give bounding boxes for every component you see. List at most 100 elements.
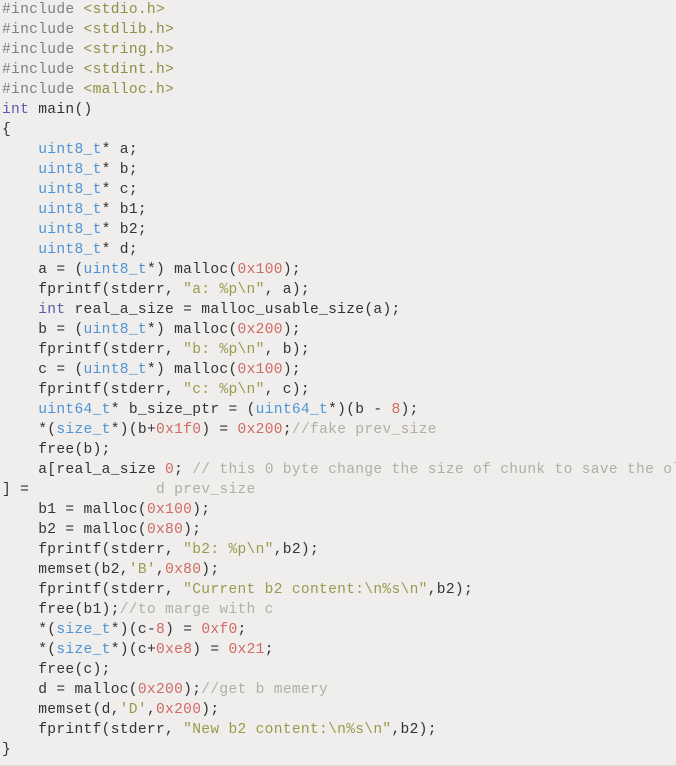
code-line[interactable]: int main() [0,100,676,120]
code-token-header: <stdio.h> [83,2,166,18]
code-token-plain: , b); [264,342,310,358]
code-token-plain: a[real_a_size [2,462,166,478]
code-token-type: uint8_t [38,242,102,258]
code-token-num: 0x1f0 [156,422,202,438]
code-token-plain: ,b2); [391,722,437,738]
code-line[interactable]: #include <stdlib.h> [0,20,676,40]
code-line[interactable]: uint8_t* c; [0,180,676,200]
code-line[interactable]: a[real_a_size 0; // this 0 byte change t… [0,460,676,480]
code-token-plain: * d; [101,242,138,258]
code-token-plain: { [2,122,12,138]
code-token-num: 0x200 [137,682,184,698]
code-token-plain: * a; [101,142,138,158]
code-token-comment: // this 0 byte change the size of chunk … [192,462,676,478]
code-token-plain: *) malloc( [146,262,238,278]
code-token-plain: a = ( [2,262,84,278]
code-line[interactable]: fprintf(stderr, "b: %p\n", b); [0,340,676,360]
code-token-plain: ; [237,622,247,638]
code-line[interactable]: d = malloc(0x200);//get b memery [0,680,676,700]
code-line[interactable]: *(size_t*)(c-8) = 0xf0; [0,620,676,640]
code-token-pre: #include [2,2,84,18]
code-token-plain: ); [282,262,301,278]
code-token-plain: ,b2); [427,582,474,598]
code-token-plain: ); [192,502,211,518]
code-line[interactable]: uint8_t* b1; [0,200,676,220]
code-line[interactable]: fprintf(stderr, "New b2 content:\n%s\n",… [0,720,676,740]
code-line[interactable]: free(c); [0,660,676,680]
code-token-plain: } [2,742,12,758]
code-token-str: "c: %p\n" [183,382,265,398]
code-token-type: uint8_t [38,162,102,178]
code-token-keyword: int [2,102,30,118]
code-token-type: size_t [56,622,111,638]
code-token-plain: d = malloc( [2,682,138,698]
code-token-str: "b2: %p\n" [183,542,274,558]
code-line[interactable]: uint64_t* b_size_ptr = (uint64_t*)(b - 8… [0,400,676,420]
code-line[interactable]: memset(d,'D',0x200); [0,700,676,720]
code-token-str: "Current b2 content:\n%s\n" [183,582,428,598]
code-line[interactable]: fprintf(stderr, "b2: %p\n",b2); [0,540,676,560]
code-line[interactable]: b2 = malloc(0x80); [0,520,676,540]
code-line[interactable]: b = (uint8_t*) malloc(0x200); [0,320,676,340]
code-token-plain: *)(b+ [110,422,157,438]
code-token-num: 0 [165,462,175,478]
code-line[interactable]: b1 = malloc(0x100); [0,500,676,520]
code-token-plain: ); [183,522,202,538]
code-token-pre: #include [2,22,84,38]
code-token-pre: #include [2,82,84,98]
code-line[interactable]: ] = d prev_size [0,480,676,500]
code-line[interactable]: fprintf(stderr, "Current b2 content:\n%s… [0,580,676,600]
code-token-plain: , a); [264,282,310,298]
code-token-num: 0x80 [146,522,184,538]
code-editor-surface[interactable]: #include <stdio.h> #include <stdlib.h> #in… [0,0,676,766]
code-token-plain: ) = [192,642,229,658]
code-line[interactable]: memset(b2,'B',0x80); [0,560,676,580]
code-line[interactable]: #include <stdio.h> [0,0,676,20]
code-token-plain: *( [2,642,57,658]
code-token-str: "b: %p\n" [183,342,265,358]
code-line[interactable]: *(size_t*)(b+0x1f0) = 0x200;//fake prev_… [0,420,676,440]
code-line[interactable]: a = (uint8_t*) malloc(0x100); [0,260,676,280]
code-token-plain: b1 = malloc( [2,502,147,518]
code-token-comment: //fake prev_size [291,422,437,438]
code-line[interactable]: fprintf(stderr, "c: %p\n", c); [0,380,676,400]
code-line[interactable]: #include <malloc.h> [0,80,676,100]
code-token-plain: *( [2,422,57,438]
code-line[interactable]: uint8_t* b; [0,160,676,180]
code-line[interactable]: *(size_t*)(c+0xe8) = 0x21; [0,640,676,660]
code-token-num: 8 [391,402,401,418]
code-line[interactable]: } [0,740,676,760]
code-line[interactable]: free(b); [0,440,676,460]
code-token-num: 0xe8 [156,642,193,658]
code-line[interactable]: uint8_t* a; [0,140,676,160]
code-line[interactable]: #include <string.h> [0,40,676,60]
code-token-plain: free(b1); [2,602,120,618]
code-line[interactable]: fprintf(stderr, "a: %p\n", a); [0,280,676,300]
code-token-plain: memset(b2, [2,562,129,578]
code-token-plain: c = ( [2,362,84,378]
source-code-listing[interactable]: #include <stdio.h> #include <stdlib.h> #in… [0,0,676,760]
code-line[interactable]: { [0,120,676,140]
code-line[interactable]: int real_a_size = malloc_usable_size(a); [0,300,676,320]
code-token-plain: fprintf(stderr, [2,542,184,558]
code-line[interactable]: uint8_t* d; [0,240,676,260]
code-token-type: uint8_t [83,362,147,378]
code-token-type: uint8_t [38,182,102,198]
code-token-pre: #include [2,62,84,78]
code-token-type: uint64_t [255,402,329,418]
code-token-plain: * c; [101,182,138,198]
code-token-num: 0xf0 [201,622,238,638]
code-line[interactable]: c = (uint8_t*) malloc(0x100); [0,360,676,380]
code-token-plain: b2 = malloc( [2,522,147,538]
code-token-plain: ; [264,642,274,658]
code-token-plain: ); [282,322,301,338]
code-token-num: 0x200 [156,702,202,718]
code-line[interactable]: uint8_t* b2; [0,220,676,240]
code-line[interactable]: free(b1);//to marge with c [0,600,676,620]
code-token-plain: ) = [201,422,238,438]
code-line[interactable]: #include <stdint.h> [0,60,676,80]
code-token-header: <string.h> [83,42,175,58]
